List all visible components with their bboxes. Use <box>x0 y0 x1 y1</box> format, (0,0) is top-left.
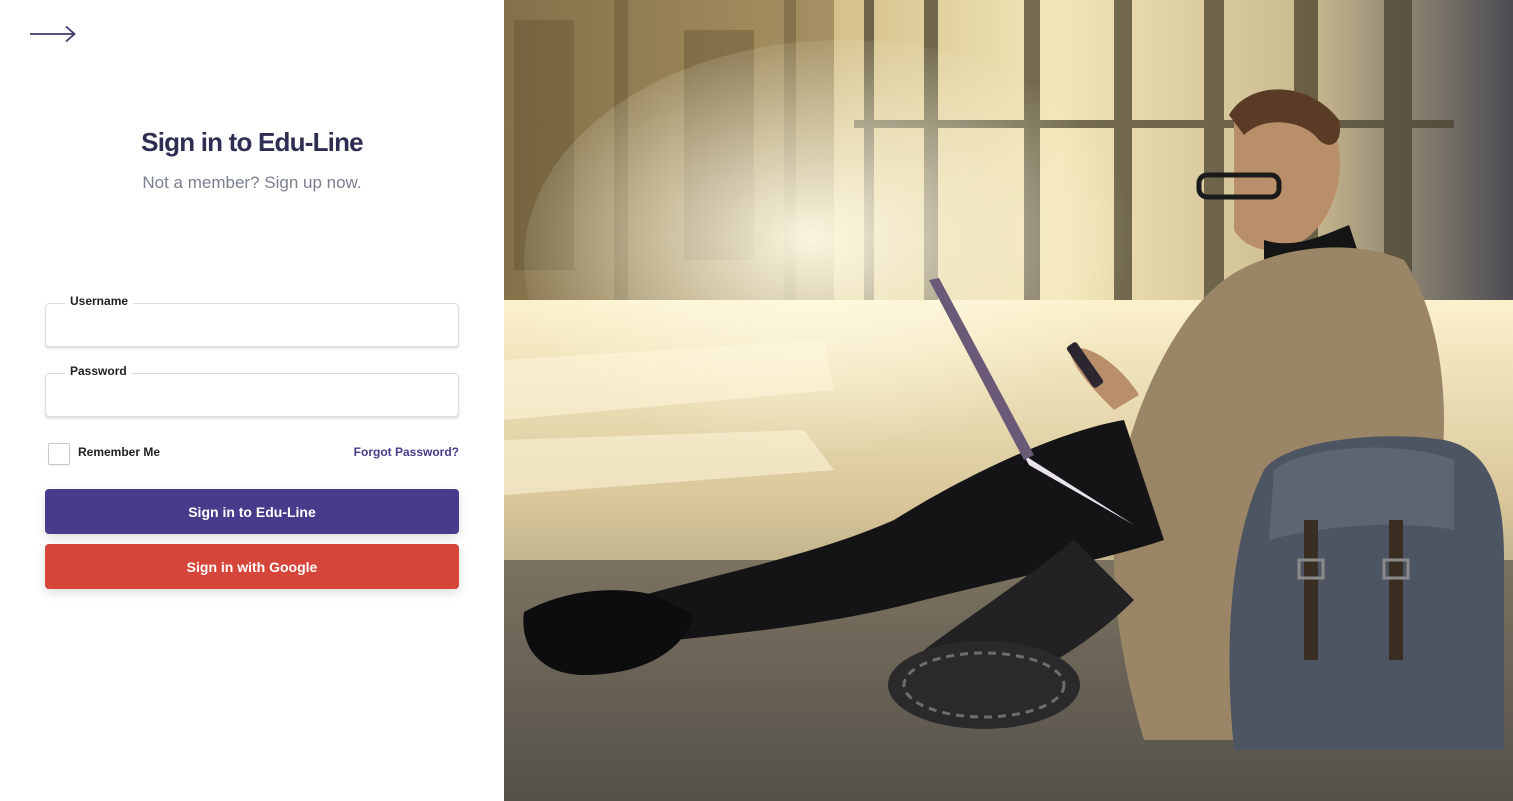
hero-image <box>504 0 1513 801</box>
username-input[interactable] <box>46 304 458 346</box>
remember-me-checkbox[interactable] <box>48 443 70 465</box>
remember-row: Remember Me Forgot Password? <box>48 442 459 465</box>
remember-me-label[interactable]: Remember Me <box>78 445 160 459</box>
username-label: Username <box>65 293 134 309</box>
password-label: Password <box>65 363 132 379</box>
sign-in-button[interactable]: Sign in to Edu-Line <box>45 489 459 534</box>
forgot-password-link[interactable]: Forgot Password? <box>354 445 459 459</box>
username-field[interactable]: Username <box>45 293 459 347</box>
signup-prompt[interactable]: Not a member? Sign up now. <box>0 173 504 193</box>
login-panel: Sign in to Edu-Line Not a member? Sign u… <box>0 0 504 801</box>
password-input[interactable] <box>46 374 458 416</box>
password-field[interactable]: Password <box>45 363 459 417</box>
google-sign-in-button[interactable]: Sign in with Google <box>45 544 459 589</box>
arrow-right-icon[interactable] <box>28 22 78 46</box>
page-title: Sign in to Edu-Line <box>141 127 363 157</box>
